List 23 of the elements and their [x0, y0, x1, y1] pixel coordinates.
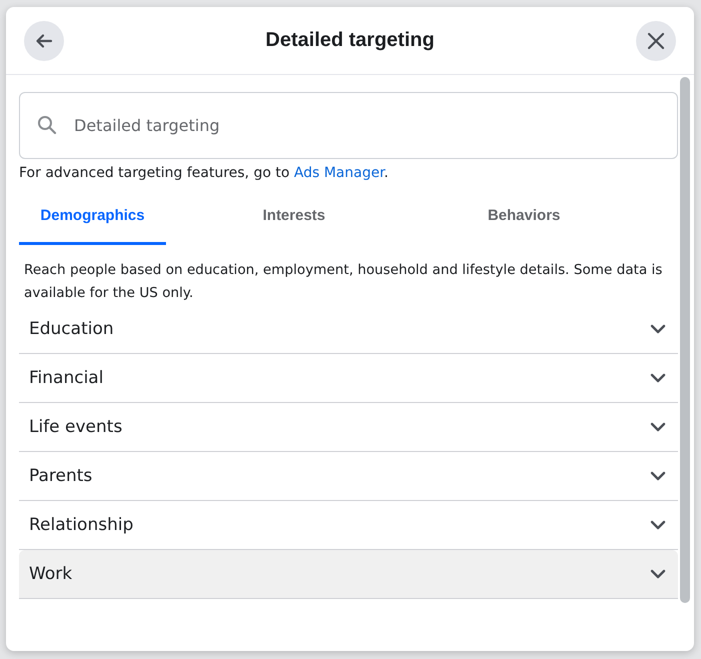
description-text: Reach people based on education, employment, household and lifestyle details. Some data is available for the US only. — [23, 261, 664, 303]
chevron-icon — [650, 471, 666, 481]
chevron-icon — [650, 422, 666, 432]
ads-manager-link[interactable]: Ads Manager — [294, 165, 384, 181]
helper-text: For advanced targeting features, go to Ads Manager. — [19, 165, 390, 181]
category-row[interactable]: Education — [19, 305, 678, 354]
category-row[interactable]: Life events — [19, 403, 678, 452]
back-button[interactable] — [24, 20, 64, 60]
chevron-icon — [650, 373, 666, 383]
chevron-icon — [650, 569, 666, 579]
chevron-icon — [650, 520, 666, 530]
close-button[interactable] — [636, 20, 676, 60]
category-row[interactable]: Financial — [19, 354, 678, 403]
category-row[interactable]: Work — [19, 550, 678, 599]
close-icon — [646, 32, 665, 50]
dialog-title: Detailed targeting — [266, 29, 434, 52]
tab[interactable]: Interests — [166, 189, 422, 245]
chevron-icon — [650, 324, 666, 334]
scrollbar[interactable] — [680, 77, 690, 603]
search-field[interactable]: Detailed targeting — [19, 92, 678, 159]
tab[interactable]: Demographics — [19, 189, 166, 245]
tab[interactable]: Behaviors — [422, 189, 626, 245]
category-row[interactable]: Parents — [19, 452, 678, 501]
